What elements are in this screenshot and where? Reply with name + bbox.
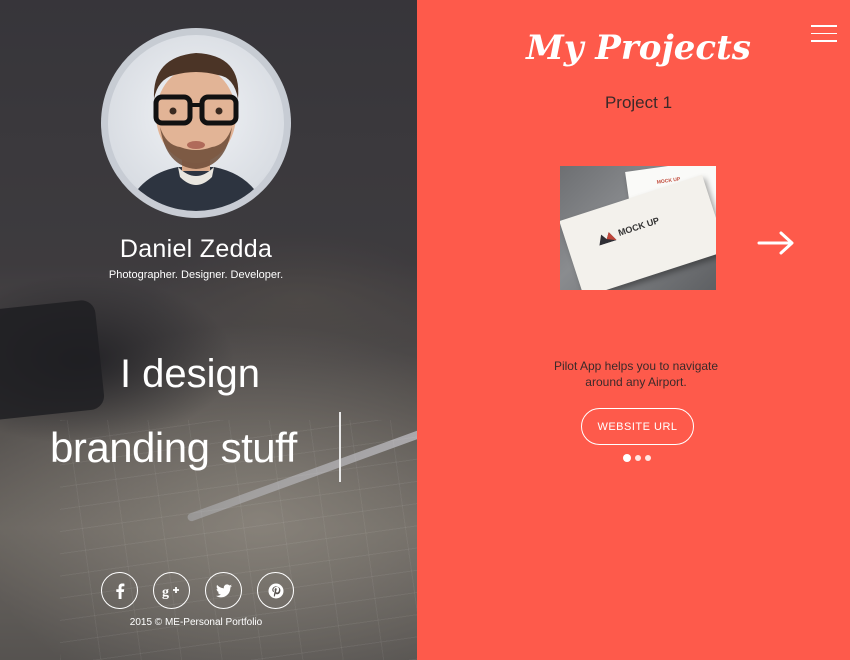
profile-tagline: Photographer. Designer. Developer. — [108, 269, 284, 281]
hero-line-1: I design — [119, 352, 261, 396]
next-arrow-icon[interactable] — [757, 230, 795, 256]
project-thumbnail[interactable]: MOCK UP MOCK UP — [560, 166, 716, 290]
hero-line-2: branding stuff — [50, 424, 297, 471]
person-portrait-icon — [126, 53, 266, 211]
social-links: g — [101, 572, 294, 609]
pinterest-icon — [268, 583, 283, 598]
avatar-photo — [108, 35, 284, 211]
website-url-button[interactable]: WEBSITE URL — [581, 408, 694, 445]
pinterest-link[interactable] — [257, 572, 294, 609]
facebook-icon — [115, 583, 124, 599]
project-description: Pilot App helps you to navigate around a… — [553, 359, 719, 389]
projects-panel: My Projects Project 1 MOCK UP MOCK UP Pi… — [417, 0, 850, 660]
project-name: Project 1 — [604, 93, 673, 112]
copyright-text: 2015 © ME-Personal Portfolio — [129, 617, 263, 628]
slide-pagination — [623, 454, 651, 462]
svg-text:g: g — [162, 585, 169, 599]
profile-panel: Daniel Zedda Photographer. Designer. Dev… — [0, 0, 417, 660]
google-plus-link[interactable]: g — [153, 572, 190, 609]
profile-name: Daniel Zedda — [119, 235, 273, 263]
facebook-link[interactable] — [101, 572, 138, 609]
slide-dot-1[interactable] — [623, 454, 631, 462]
twitter-icon — [215, 583, 232, 597]
twitter-link[interactable] — [205, 572, 242, 609]
slide-dot-2[interactable] — [635, 455, 641, 461]
section-title: My Projects — [526, 28, 751, 68]
slide-dot-3[interactable] — [645, 455, 651, 461]
menu-bar — [811, 25, 837, 27]
typing-cursor — [339, 412, 341, 482]
avatar — [101, 28, 291, 218]
google-plus-icon: g — [162, 585, 179, 599]
